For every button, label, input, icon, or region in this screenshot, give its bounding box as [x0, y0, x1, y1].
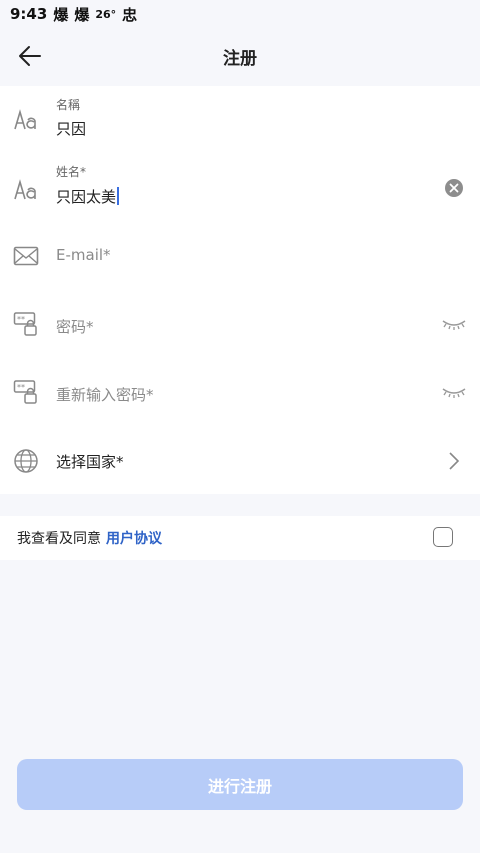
name-input[interactable]: 只因太美: [56, 186, 120, 207]
name-value: 只因太美: [56, 188, 117, 206]
user-agreement-link[interactable]: 用户协议: [106, 528, 162, 548]
agreement-text: 我查看及同意: [17, 531, 101, 547]
country-label: 选择国家*: [56, 453, 124, 471]
registration-form: 名稱 只因 姓名* 只因太美 E-mail* ** 密码* ** 重新输入密码*…: [0, 86, 480, 494]
svg-text:**: **: [17, 315, 25, 324]
password-field[interactable]: ** 密码*: [0, 290, 480, 358]
arrow-left-icon: [19, 46, 41, 66]
chevron-right-icon: [440, 447, 468, 475]
email-input[interactable]: E-mail*: [56, 246, 111, 264]
svg-text:**: **: [17, 383, 25, 392]
agreement-row: 我查看及同意 用户协议: [0, 516, 480, 560]
status-time: 9:43: [10, 5, 48, 23]
eye-closed-icon: [442, 320, 466, 330]
page-title: 注册: [223, 48, 257, 69]
envelope-icon: [12, 242, 40, 270]
status-notification-1: 爆: [53, 5, 69, 24]
password-repeat-input[interactable]: 重新输入密码*: [56, 384, 154, 405]
back-button[interactable]: [14, 40, 46, 72]
register-button[interactable]: 进行注册: [17, 759, 463, 810]
password-repeat-field[interactable]: ** 重新输入密码*: [0, 358, 480, 426]
text-caret: [117, 187, 120, 205]
font-aa-icon: [12, 176, 40, 204]
clear-button[interactable]: [440, 174, 468, 202]
email-field[interactable]: E-mail*: [0, 222, 480, 290]
password-lock-icon: **: [12, 378, 40, 406]
nickname-value[interactable]: 只因: [56, 118, 86, 139]
name-field[interactable]: 姓名* 只因太美: [0, 154, 480, 222]
globe-icon: [12, 447, 40, 475]
status-bar: 9:43 爆 爆 26° 忠: [0, 0, 480, 28]
password-repeat-visibility-toggle[interactable]: [440, 378, 468, 406]
status-notification-2: 爆: [74, 5, 90, 24]
nickname-field[interactable]: 名稱 只因: [0, 86, 480, 154]
font-aa-icon: [12, 106, 40, 134]
agreement-checkbox[interactable]: [433, 527, 453, 547]
name-label: 姓名*: [56, 165, 87, 179]
clear-circle-icon: [445, 179, 463, 197]
password-visibility-toggle[interactable]: [440, 310, 468, 338]
status-temperature: 26°: [95, 7, 117, 21]
password-input[interactable]: 密码*: [56, 316, 94, 337]
eye-closed-icon: [442, 388, 466, 398]
nickname-label: 名稱: [56, 98, 81, 112]
country-selector[interactable]: 选择国家*: [0, 426, 480, 494]
password-lock-icon: **: [12, 310, 40, 338]
app-header: 注册: [0, 28, 480, 84]
status-notification-3: 忠: [122, 5, 138, 24]
